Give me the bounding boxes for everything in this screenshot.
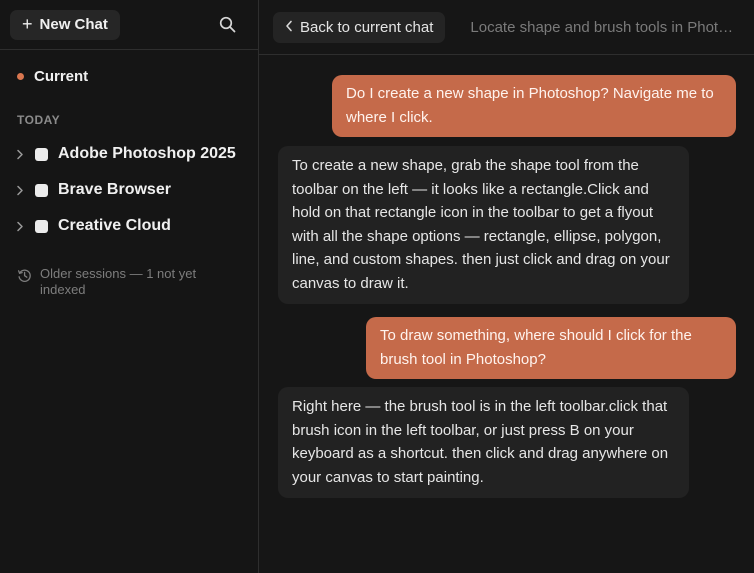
active-dot-icon: [17, 72, 24, 80]
new-chat-button[interactable]: + New Chat: [10, 9, 120, 40]
plus-icon: +: [22, 13, 33, 34]
sidebar-group-label: Creative Cloud: [58, 217, 171, 234]
current-chat-item[interactable]: Current: [0, 67, 258, 85]
history-icon: [17, 268, 32, 283]
older-sessions-item[interactable]: Older sessions — 1 not yet indexed: [0, 266, 258, 298]
chevron-right-icon: [14, 221, 26, 232]
chat-panel: Back to current chat Locate shape and br…: [259, 0, 754, 573]
current-chat-label: Current: [34, 67, 89, 85]
sidebar: + New Chat Current TODAY Adobe Photoshop…: [0, 0, 259, 573]
older-sessions-label: Older sessions — 1 not yet indexed: [40, 266, 197, 297]
sidebar-group-adobe-photoshop[interactable]: Adobe Photoshop 2025: [0, 136, 258, 172]
sidebar-header: + New Chat: [0, 0, 258, 50]
back-button-label: Back to current chat: [300, 18, 434, 36]
assistant-message: To create a new shape, grab the shape to…: [278, 146, 689, 304]
app-icon: [35, 183, 48, 197]
user-message: Do I create a new shape in Photoshop? Na…: [332, 75, 736, 137]
app-icon: [35, 147, 48, 161]
sidebar-group-label: Adobe Photoshop 2025: [58, 145, 236, 162]
chevron-right-icon: [14, 149, 26, 160]
search-icon[interactable]: [216, 14, 238, 36]
app-window: + New Chat Current TODAY Adobe Photoshop…: [0, 0, 754, 573]
chat-header: Back to current chat Locate shape and br…: [259, 0, 754, 55]
sidebar-group-creative-cloud[interactable]: Creative Cloud: [0, 208, 258, 244]
chevron-left-icon: [285, 19, 293, 36]
app-group-list: Adobe Photoshop 2025 Brave Browser Creat…: [0, 136, 258, 244]
app-icon: [35, 219, 48, 233]
sidebar-group-brave-browser[interactable]: Brave Browser: [0, 172, 258, 208]
section-label-today: TODAY: [17, 113, 61, 127]
assistant-message: Right here — the brush tool is in the le…: [278, 387, 689, 498]
chevron-right-icon: [14, 185, 26, 196]
sidebar-group-label: Brave Browser: [58, 181, 171, 198]
back-to-current-chat-button[interactable]: Back to current chat: [273, 11, 446, 43]
chat-title: Locate shape and brush tools in Photosho…: [470, 18, 738, 36]
user-message: To draw something, where should I click …: [366, 317, 736, 379]
new-chat-label: New Chat: [39, 16, 108, 33]
